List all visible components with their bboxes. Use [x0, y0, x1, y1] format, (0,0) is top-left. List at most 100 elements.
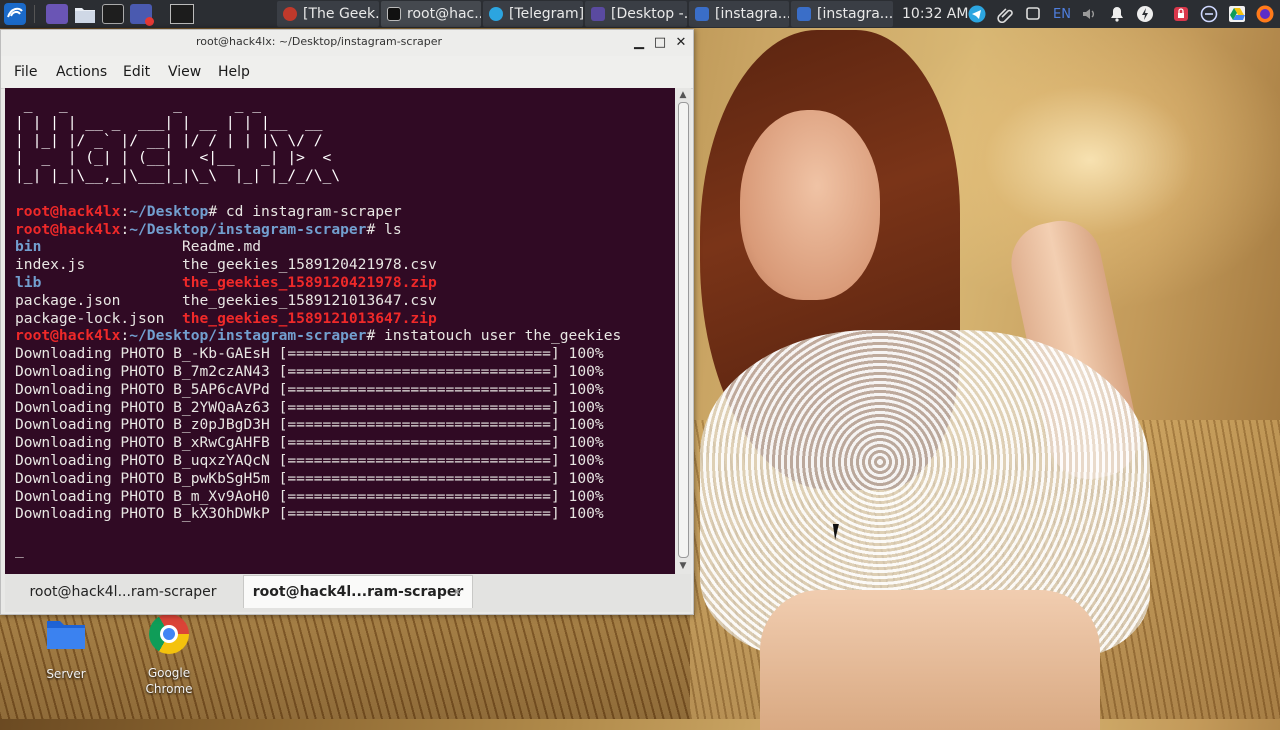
menu-view[interactable]: View	[168, 64, 201, 80]
ls-entry: Readme.md	[181, 238, 262, 256]
mouse-pointer-icon	[832, 524, 848, 540]
terminal-cursor: _	[15, 540, 24, 558]
download-line: Downloading PHOTO B_pwKbSgH5m [=========…	[15, 469, 604, 487]
window-titlebar[interactable]: root@hack4lx: ~/Desktop/instagram-scrape…	[1, 30, 693, 56]
telegram-tray-icon[interactable]	[968, 5, 986, 23]
desktop-icon-server[interactable]: Server	[21, 618, 111, 681]
scroll-up-icon[interactable]: ▲	[678, 91, 688, 100]
ls-entry: package-lock.json	[15, 309, 165, 327]
tab-close-icon[interactable]: ×	[453, 585, 462, 598]
desktop-icon-label: Server	[46, 667, 86, 681]
download-line: Downloading PHOTO B_z0pJBgD3H [=========…	[15, 416, 604, 434]
screen-icon[interactable]	[1024, 5, 1042, 23]
wallpaper-woman-face	[740, 110, 880, 300]
folder-task-icon	[797, 7, 811, 21]
firefox-icon[interactable]	[1256, 5, 1274, 23]
task-label: [Telegram]	[509, 6, 583, 22]
tab-terminal-2[interactable]: root@hack4l...ram-scraper ×	[243, 575, 473, 608]
terminal-output[interactable]: _ _ _ _ _ | | | | __ _ ___| | __ | | |__…	[5, 88, 675, 574]
ls-entry: the_geekies_1589120421978.csv	[181, 256, 437, 274]
tab-label: root@hack4l...ram-scraper	[252, 584, 464, 600]
ls-entry: bin	[15, 238, 42, 256]
download-line: Downloading PHOTO B_xRwCgAHFB [=========…	[15, 434, 604, 452]
ls-entry: lib	[15, 273, 42, 291]
task-label: [instagra...	[715, 6, 789, 22]
folder-task-icon	[695, 7, 709, 21]
screen-recorder-icon	[130, 4, 154, 26]
command: instatouch user the_geekies	[384, 327, 622, 345]
folder-icon	[47, 621, 85, 649]
task-label: [The Geek...	[303, 6, 379, 22]
wallpaper-woman-legs	[760, 590, 1100, 730]
window-title: root@hack4lx: ~/Desktop/instagram-scrape…	[195, 35, 442, 48]
remmina-icon[interactable]	[1200, 5, 1218, 23]
app-menu-button[interactable]	[3, 0, 27, 28]
menu-actions[interactable]: Actions	[56, 64, 107, 80]
prompt-path: ~/Desktop/instagram-scraper	[129, 220, 367, 238]
paperclip-icon[interactable]	[996, 5, 1014, 23]
desktop-icon-google-chrome[interactable]: Google Chrome	[124, 614, 214, 697]
download-line: Downloading PHOTO B_m_Xv9AoH0 [=========…	[15, 487, 604, 505]
prompt-path: ~/Desktop	[129, 202, 209, 220]
keyboard-layout-indicator[interactable]: EN	[1053, 0, 1071, 28]
terminal-tab-bar: root@hack4l...ram-scraper root@hack4l...…	[5, 574, 691, 612]
banner-line: |_| |_|\__,_|\___|_|\_\ |_| |_/_/\_\	[15, 167, 341, 185]
task-button-terminal[interactable]: root@hac...	[381, 1, 481, 27]
task-button-folder-2[interactable]: [instagra...	[791, 1, 893, 27]
clock[interactable]: 10:32 AM	[902, 0, 968, 28]
prompt-user: root@hack4lx	[15, 202, 121, 220]
scroll-down-icon[interactable]: ▼	[678, 562, 688, 571]
task-label: root@hac...	[407, 6, 481, 22]
ls-entry: the_geekies_1589121013647.zip	[181, 309, 437, 327]
maximize-button[interactable]: □	[652, 35, 668, 51]
desktop-task-icon	[591, 7, 605, 21]
banner-line: | |_| |/ _` |/ __| |/ / | | |\ \/ /	[15, 131, 323, 149]
tab-terminal-1[interactable]: root@hack4l...ram-scraper	[5, 575, 241, 608]
launcher-terminal[interactable]	[102, 0, 124, 28]
telegram-task-icon	[489, 7, 503, 21]
command: cd instagram-scraper	[225, 202, 402, 220]
desktop-launcher-icon	[46, 4, 68, 24]
menu-help[interactable]: Help	[218, 64, 250, 80]
prompt-user: root@hack4lx	[15, 220, 121, 238]
ls-entry: package.json	[15, 291, 121, 309]
task-button-browser[interactable]: [The Geek...	[277, 1, 379, 27]
terminal-scrollbar[interactable]: ▲ ▼	[675, 88, 691, 574]
download-line: Downloading PHOTO B_5AP6cAVPd [=========…	[15, 380, 604, 398]
terminal-task-icon	[387, 7, 401, 21]
task-button-telegram[interactable]: [Telegram]	[483, 1, 583, 27]
keyboard-layout-label: EN	[1053, 6, 1071, 22]
scrollbar-thumb[interactable]	[678, 102, 689, 558]
launcher-screen-recorder[interactable]	[130, 0, 154, 28]
close-button[interactable]: ✕	[673, 35, 689, 51]
notification-bell-icon[interactable]	[1108, 5, 1126, 23]
launcher-files[interactable]	[74, 0, 96, 28]
menu-file[interactable]: File	[14, 64, 37, 80]
terminal-window: root@hack4lx: ~/Desktop/instagram-scrape…	[0, 29, 694, 615]
lock-icon[interactable]	[1172, 5, 1190, 23]
ls-entry: the_geekies_1589120421978.zip	[181, 273, 437, 291]
task-label: [instagra...	[817, 6, 893, 22]
ls-entry: index.js	[15, 256, 86, 274]
browser-task-icon	[283, 7, 297, 21]
minimize-button[interactable]: ▁	[631, 35, 647, 51]
banner-line: _ _ _ _ _	[15, 96, 323, 113]
task-button-desktop[interactable]: [Desktop -...	[585, 1, 687, 27]
tab-label: root@hack4l...ram-scraper	[29, 583, 217, 600]
top-panel: [The Geek... root@hac... [Telegram] [Des…	[0, 0, 1280, 28]
task-label: [Desktop -...	[611, 6, 687, 22]
chrome-icon	[149, 614, 189, 654]
kali-logo-icon	[4, 3, 26, 25]
ls-entry: the_geekies_1589121013647.csv	[181, 291, 437, 309]
banner-line: | | | | __ _ ___| | __ | | |__ __	[15, 113, 323, 131]
show-desktop-icon	[170, 4, 194, 24]
menu-edit[interactable]: Edit	[123, 64, 150, 80]
launcher-desktop[interactable]	[46, 0, 68, 28]
show-desktop-button[interactable]	[170, 0, 194, 28]
volume-icon[interactable]	[1080, 5, 1098, 23]
task-button-folder-1[interactable]: [instagra...	[689, 1, 789, 27]
power-manager-icon[interactable]	[1136, 5, 1154, 23]
menu-bar: File Actions Edit View Help	[1, 56, 693, 89]
banner-line: | _ | (_| | (__| <|__ _| |> <	[15, 149, 341, 167]
google-drive-icon[interactable]	[1228, 5, 1246, 23]
